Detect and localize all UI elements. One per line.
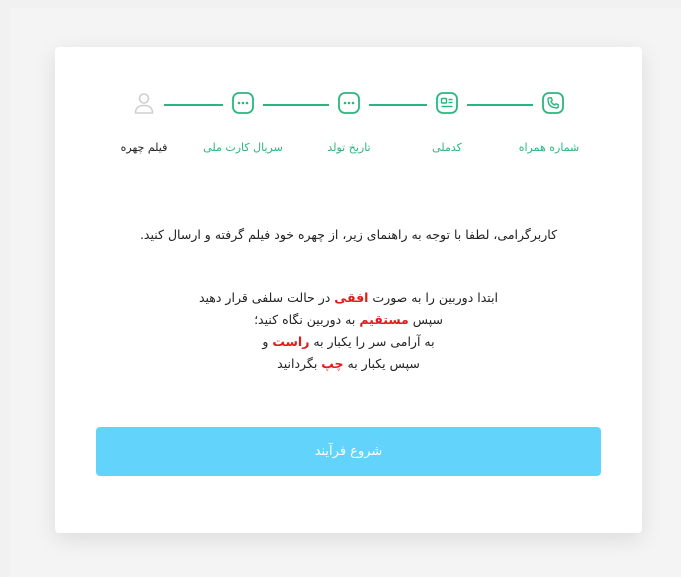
- instruction-text: کاربرگرامی، لطفا با توجه به راهنمای زیر،…: [139, 227, 558, 242]
- guide-line: ابتدا دوربین را به صورت افقی در حالت سلف…: [198, 290, 499, 305]
- step-label-birth-date: تاریخ تولد: [327, 141, 371, 154]
- step-label-phone-number: شماره همراه: [518, 141, 580, 154]
- highlight-word: مستقیم: [359, 312, 409, 327]
- guide-line: سپس یکبار به چپ بگردانید: [277, 356, 420, 371]
- step-connector: [263, 104, 329, 106]
- guide-line: سپس مستقیم به دوربین نگاه کنید؛: [254, 312, 443, 327]
- guide-line: به آرامی سر را یکبار به راست و: [262, 334, 435, 349]
- verification-card: فیلم چهره سریال کارت ملی تاریخ تولد کدمل…: [55, 47, 642, 533]
- user-icon: [132, 91, 156, 115]
- step-connector: [164, 104, 223, 106]
- highlight-word: افقی: [334, 290, 369, 305]
- step-label-card-serial: سریال کارت ملی: [203, 141, 283, 154]
- start-process-button[interactable]: شروع فرآیند: [96, 427, 601, 476]
- highlight-word: چپ: [321, 356, 344, 371]
- step-label-face-video: فیلم چهره: [120, 141, 168, 154]
- progress-stepper: فیلم چهره سریال کارت ملی تاریخ تولد کدمل…: [121, 91, 579, 154]
- id-card-icon: [435, 91, 459, 115]
- phone-icon: [541, 91, 565, 115]
- step-connector: [467, 104, 533, 106]
- ellipsis-icon: [231, 91, 255, 115]
- step-connector: [369, 104, 427, 106]
- highlight-word: راست: [272, 334, 310, 349]
- ellipsis-icon: [337, 91, 361, 115]
- step-label-national-code: کدملی: [432, 141, 462, 154]
- guide-text: ابتدا دوربین را به صورت افقی در حالت سلف…: [55, 287, 642, 375]
